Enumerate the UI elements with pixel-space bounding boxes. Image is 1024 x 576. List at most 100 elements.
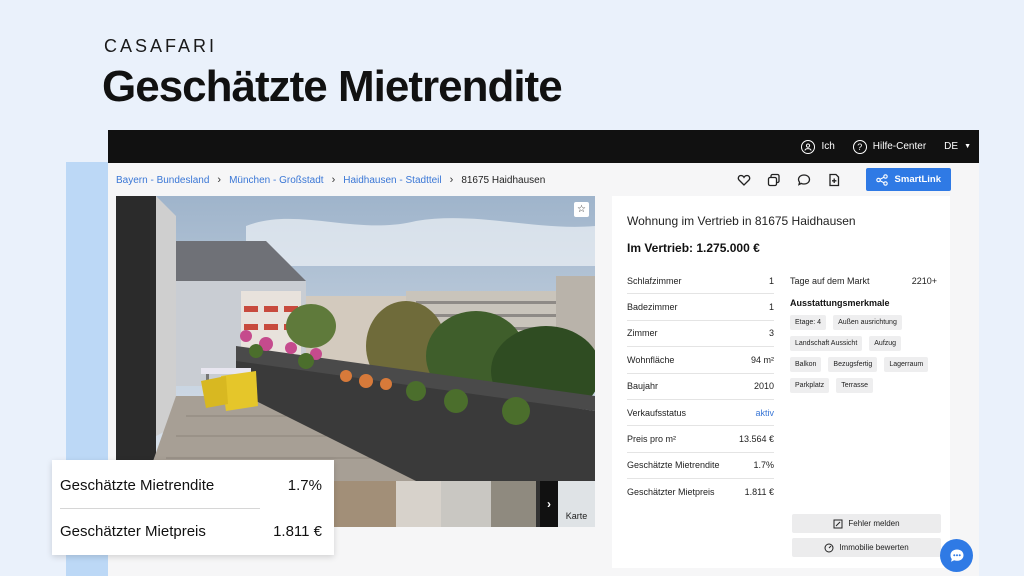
top-bar: Ich ? Hilfe-Center DE ▼ (108, 130, 979, 163)
user-menu[interactable]: Ich (801, 139, 835, 154)
status-link[interactable]: aktiv (755, 408, 774, 418)
breadcrumb-district[interactable]: Haidhausen - Stadtteil (343, 175, 441, 186)
feature-tag: Außen ausrichtung (833, 315, 902, 330)
feature-tags: Etage: 4 Außen ausrichtung Landschaft Au… (790, 315, 937, 393)
chat-icon (950, 549, 963, 562)
rent-label: Geschätzter Mietpreis (60, 523, 206, 540)
thumbnail[interactable] (491, 481, 536, 527)
fact-value: 1.7% (753, 460, 774, 471)
rental-estimate-card: Geschätzte Mietrendite 1.7% Geschätzter … (52, 460, 334, 555)
smartlink-button[interactable]: SmartLink (865, 168, 951, 191)
features-heading: Ausstattungsmerkmale (790, 298, 890, 308)
star-icon[interactable]: ☆ (574, 202, 589, 217)
fact-row: Preis pro m² 13.564 € (627, 426, 774, 453)
chat-button[interactable] (940, 539, 973, 572)
facts-list: Schlafzimmer 1 Badezimmer 1 Zimmer 3 Wohnfl… (627, 268, 774, 506)
map-thumbnail[interactable]: Karte (558, 481, 595, 527)
fact-row: Geschätzter Mietpreis 1.811 € (627, 479, 774, 505)
fact-label: Zimmer (627, 328, 658, 339)
fact-value: 2010 (753, 381, 774, 392)
fact-label: Wohnfläche (627, 354, 675, 365)
rate-property-button[interactable]: Immobilie bewerten (792, 538, 941, 557)
feature-tag: Aufzug (869, 336, 902, 351)
yield-row: Geschätzte Mietrendite 1.7% (60, 477, 322, 494)
add-document-icon[interactable] (826, 172, 842, 188)
fact-label: Preis pro m² (627, 434, 677, 445)
listing-price: Im Vertrieb: 1.275.000 € (627, 241, 760, 255)
rent-value: 1.811 € (273, 523, 322, 540)
feature-tag: Balkon (790, 357, 822, 372)
days-value: 2210+ (911, 276, 937, 286)
fact-row: Wohnfläche 94 m² (627, 347, 774, 374)
listing-title: Wohnung im Vertrieb in 81675 Haidhausen (627, 214, 856, 228)
breadcrumb-city[interactable]: München - Großstadt (229, 175, 323, 186)
help-label: Hilfe-Center (872, 141, 927, 152)
chevron-right-icon: › (217, 174, 222, 186)
feature-tag: Bezugsfertig (828, 357, 878, 372)
gauge-icon (824, 543, 834, 552)
brand-logo: CASAFARI (104, 36, 218, 56)
balcony-photo-illustration (116, 196, 595, 481)
feature-tag: Landschaft Aussicht (790, 336, 863, 351)
heart-icon[interactable] (736, 172, 752, 188)
fact-value: 94 m² (750, 354, 774, 365)
language-label: DE (944, 141, 959, 152)
yield-value: 1.7% (287, 477, 322, 494)
rate-property-label: Immobilie bewerten (839, 543, 909, 552)
fact-value: 3 (768, 328, 774, 339)
fact-row: Schlafzimmer 1 (627, 268, 774, 295)
fact-row: Baujahr 2010 (627, 374, 774, 400)
fact-value: 1.811 € (744, 487, 774, 498)
report-error-button[interactable]: Fehler melden (792, 514, 941, 533)
page-headline: Geschätzte Mietrendite (102, 62, 563, 111)
fact-label: Baujahr (627, 381, 659, 392)
thumbnail[interactable] (326, 481, 396, 527)
fact-label: Badezimmer (627, 302, 678, 313)
smartlink-label: SmartLink (894, 174, 941, 185)
edit-icon (833, 519, 843, 528)
fact-label: Geschätzte Mietrendite (627, 460, 720, 471)
fact-row: Zimmer 3 (627, 321, 774, 348)
fact-label: Verkaufsstatus (627, 407, 687, 418)
comment-icon[interactable] (796, 172, 812, 188)
breadcrumb: Bayern - Bundesland › München - Großstad… (108, 163, 979, 197)
breadcrumb-current: 81675 Haidhausen (461, 174, 546, 186)
share-icon (875, 173, 888, 186)
fact-value: 1 (768, 302, 774, 313)
days-label: Tage auf dem Markt (790, 276, 870, 286)
fact-value: 1 (768, 275, 774, 286)
duplicate-icon[interactable] (766, 172, 782, 188)
listing-main-photo[interactable]: ☆ (116, 196, 595, 481)
caret-down-icon: ▼ (964, 143, 971, 150)
fact-value: 13.564 € (738, 434, 774, 445)
fact-row: Verkaufsstatus aktiv (627, 400, 774, 427)
yield-label: Geschätzte Mietrendite (60, 477, 215, 494)
breadcrumb-state[interactable]: Bayern - Bundesland (116, 175, 209, 186)
user-label: Ich (821, 141, 835, 152)
fact-row: Geschätzte Mietrendite 1.7% (627, 453, 774, 480)
listing-toolbar: SmartLink (736, 168, 951, 191)
thumbnail[interactable] (441, 481, 491, 527)
market-info: Tage auf dem Markt 2210+ Ausstattungsmer… (790, 268, 937, 393)
help-center-link[interactable]: ? Hilfe-Center (852, 139, 927, 154)
days-on-market: Tage auf dem Markt 2210+ (790, 268, 937, 294)
user-icon (801, 139, 816, 154)
rent-row: Geschätzter Mietpreis 1.811 € (60, 523, 322, 540)
help-icon: ? (852, 139, 867, 154)
chevron-right-icon: › (449, 174, 454, 186)
listing-details-panel: Wohnung im Vertrieb in 81675 Haidhausen … (612, 196, 950, 568)
fact-row: Badezimmer 1 (627, 294, 774, 321)
next-photos-button[interactable]: › (540, 481, 558, 527)
feature-tag: Lagerraum (884, 357, 929, 372)
chevron-right-icon: › (331, 174, 336, 186)
fact-label: Schlafzimmer (627, 275, 682, 286)
map-label: Karte (565, 511, 588, 521)
feature-tag: Terrasse (836, 378, 874, 393)
thumbnail[interactable] (396, 481, 441, 527)
language-select[interactable]: DE ▼ (944, 141, 971, 152)
report-error-label: Fehler melden (848, 519, 900, 528)
fact-label: Geschätzter Mietpreis (627, 487, 715, 498)
feature-tag: Parkplatz (790, 378, 830, 393)
feature-tag: Etage: 4 (790, 315, 827, 330)
divider (60, 508, 260, 509)
